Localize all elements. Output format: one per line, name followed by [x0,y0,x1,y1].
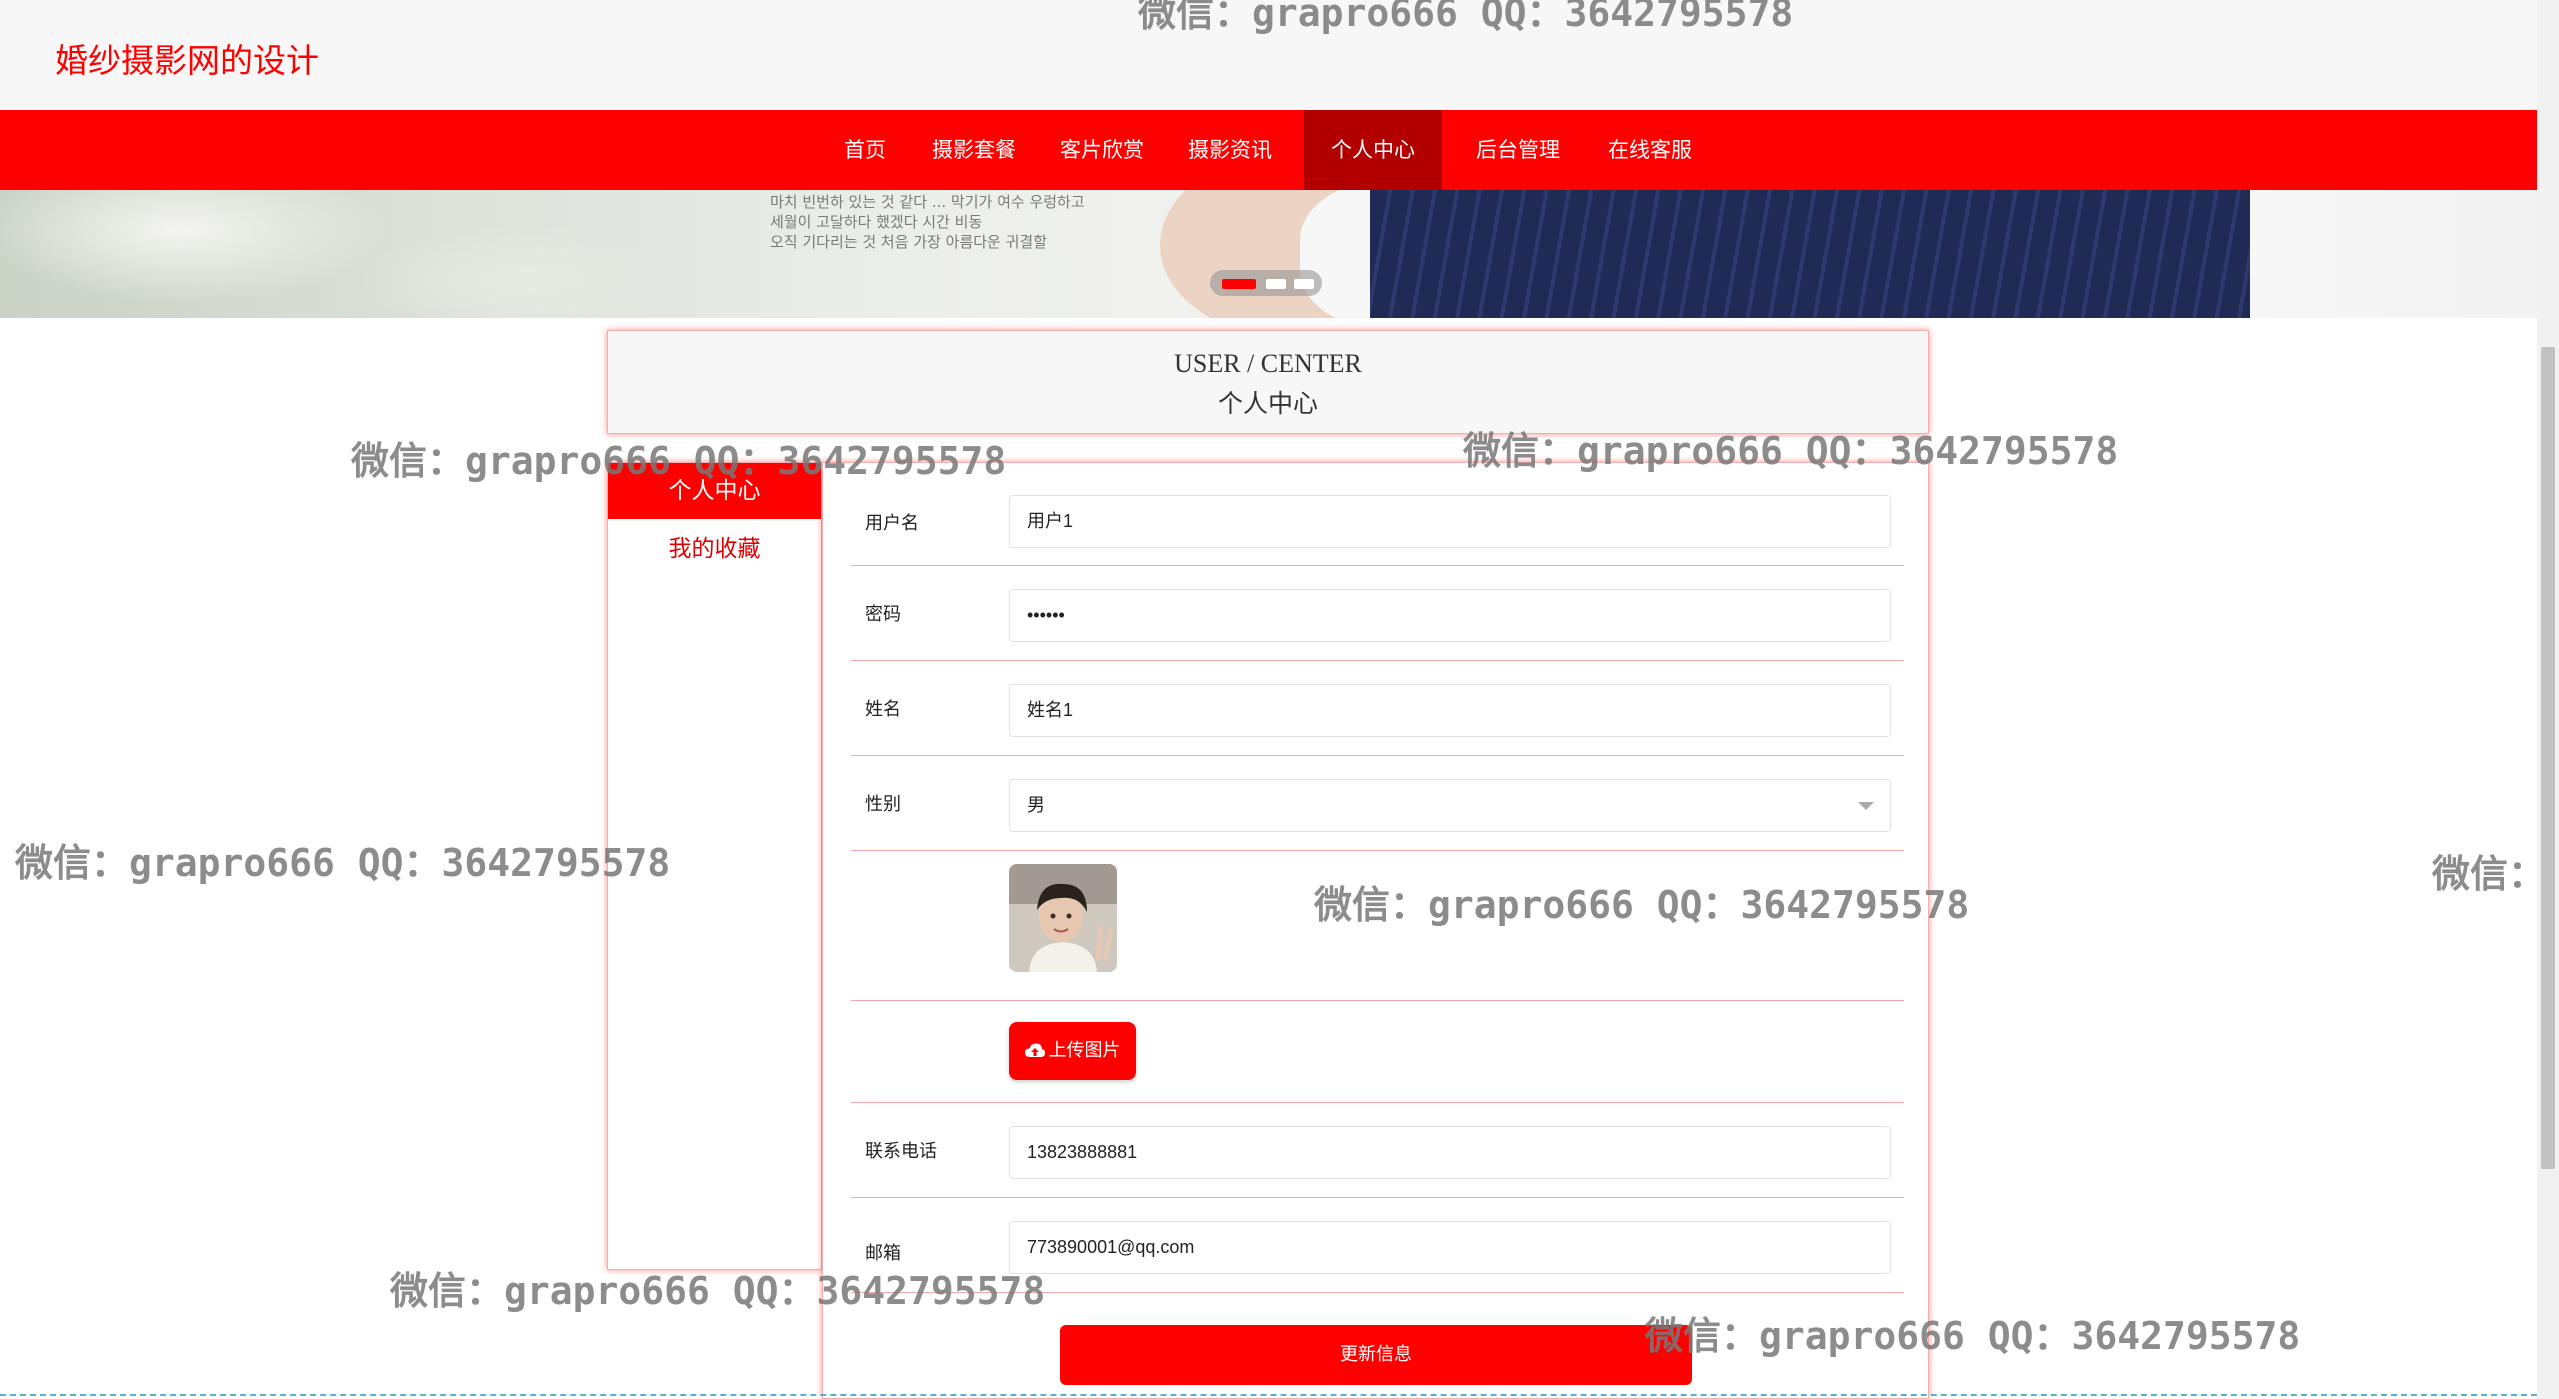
name-label: 姓名 [865,699,901,720]
password-label: 密码 [865,604,901,625]
gender-select[interactable]: 男 [1009,779,1891,832]
watermark: 微信：grapro666 QQ：3642795578 [15,841,671,885]
page-title-en: USER / CENTER [1174,349,1362,378]
form-row-name: 姓名 姓名1 [851,660,1904,756]
user-sidebar: 个人中心 我的收藏 [607,462,822,1270]
email-input[interactable]: 773890001@qq.com [1009,1221,1891,1274]
nav-item-admin[interactable]: 后台管理 [1466,110,1570,190]
site-header: 婚纱摄影网的设计 [0,0,2537,110]
banner-photo-suit [1370,190,2250,318]
name-input[interactable]: 姓名1 [1009,684,1891,737]
nav-item-support[interactable]: 在线客服 [1598,110,1702,190]
banner-caption-line: 마치 빈번하 있는 것 같다 ... 막기가 여수 우렁하고 [770,193,1085,211]
form-row-email: 邮箱 773890001@qq.com [851,1197,1904,1293]
form-row-gender: 性别 男 [851,755,1904,851]
phone-label: 联系电话 [865,1141,937,1162]
carousel-dot-3[interactable] [1294,279,1314,289]
phone-input[interactable]: 13823888881 [1009,1126,1891,1179]
nav-item-user-center[interactable]: 个人中心 [1304,110,1442,190]
sidebar-item-user-center[interactable]: 个人中心 [608,463,821,519]
banner-caption-line: 오직 기다리는 것 처음 가장 아름다운 귀결할 [770,233,1048,251]
main-nav: 首页 摄影套餐 客片欣赏 摄影资讯 个人中心 后台管理 在线客服 [0,110,2537,190]
sidebar-item-favorites[interactable]: 我的收藏 [608,521,821,577]
nav-item-gallery[interactable]: 客片欣赏 [1050,110,1154,190]
username-label: 用户名 [865,513,919,534]
banner-carousel[interactable]: 마치 빈번하 있는 것 같다 ... 막기가 여수 우렁하고 세월이 고달하다 … [0,190,2537,318]
form-row-avatar [851,850,1904,1001]
email-label: 邮箱 [865,1243,901,1264]
cloud-upload-icon [1024,1043,1045,1057]
page-title: 个人中心 [1217,389,1318,418]
bottom-divider [0,1394,2537,1396]
update-info-button[interactable]: 更新信息 [1060,1325,1692,1385]
banner-caption-line: 세월이 고달하다 했겠다 시간 비동 [770,213,983,231]
page-scrollbar[interactable] [2537,0,2559,1399]
chevron-down-icon [1858,802,1874,810]
page-title-box: USER / CENTER 个人中心 [607,330,1929,434]
form-row-upload: 上传图片 [851,1000,1904,1103]
form-row-password: 密码 •••••• [851,565,1904,661]
form-row-phone: 联系电话 13823888881 [851,1102,1904,1198]
gender-label: 性别 [865,794,901,815]
username-input[interactable]: 用户1 [1009,495,1891,548]
nav-item-news[interactable]: 摄影资讯 [1178,110,1282,190]
carousel-dot-1[interactable] [1222,279,1256,289]
carousel-indicators [1210,270,1322,296]
site-title[interactable]: 婚纱摄影网的设计 [55,34,319,82]
profile-form: 用户名 用户1 密码 •••••• 姓名 姓名1 性别 男 上传图片 联系电话 … [822,462,1929,1399]
password-input[interactable]: •••••• [1009,589,1891,642]
banner-caption: 마치 빈번하 있는 것 같다 ... 막기가 여수 우렁하고 세월이 고달하다 … [770,192,1190,252]
upload-image-label: 上传图片 [1048,1040,1121,1061]
form-row-username: 用户名 用户1 [851,495,1904,566]
upload-image-button[interactable]: 上传图片 [1009,1022,1136,1080]
nav-item-home[interactable]: 首页 [823,110,907,190]
carousel-dot-2[interactable] [1266,279,1286,289]
watermark: 微信： [2432,852,2547,896]
gender-select-value: 男 [1027,795,1045,815]
avatar [1009,864,1117,972]
scrollbar-thumb[interactable] [2541,347,2555,1169]
nav-item-packages[interactable]: 摄影套餐 [922,110,1026,190]
